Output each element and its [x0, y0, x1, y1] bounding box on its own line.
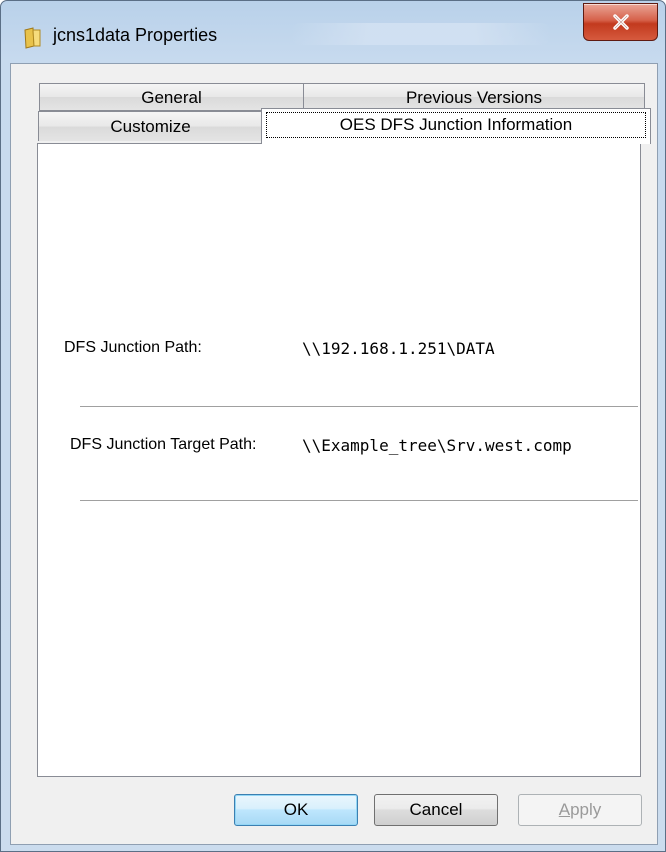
- tab-panel-oes-dfs: DFS Junction Path: \\192.168.1.251\DATA …: [37, 143, 641, 777]
- separator-2: [80, 500, 638, 502]
- close-button[interactable]: [583, 3, 658, 41]
- tab-general[interactable]: General: [39, 83, 304, 111]
- tab-previous-versions[interactable]: Previous Versions: [303, 83, 645, 111]
- title-bar-glass: [291, 23, 551, 45]
- properties-window: jcns1data Properties General Previous Ve…: [0, 0, 666, 852]
- close-icon: [612, 14, 630, 30]
- window-title: jcns1data Properties: [53, 25, 218, 45]
- target-path-value: \\Example_tree\Srv.west.comp: [302, 436, 572, 455]
- apply-mnemonic: A: [558, 800, 571, 819]
- tab-customize[interactable]: Customize: [38, 111, 263, 141]
- tab-oes-dfs-junction-information-label: OES DFS Junction Information: [266, 112, 646, 138]
- apply-button[interactable]: Apply: [518, 794, 642, 826]
- folder-icon: [23, 27, 43, 49]
- cancel-button[interactable]: Cancel: [374, 794, 498, 826]
- junction-path-label: DFS Junction Path:: [64, 339, 202, 356]
- junction-path-value: \\192.168.1.251\DATA: [302, 339, 495, 358]
- dialog-client-area: General Previous Versions Customize OES …: [10, 63, 658, 845]
- title-bar[interactable]: jcns1data Properties: [1, 1, 665, 61]
- apply-label-rest: pply: [570, 800, 602, 819]
- separator-1: [80, 406, 638, 408]
- target-path-label: DFS Junction Target Path:: [70, 436, 257, 453]
- ok-button[interactable]: OK: [234, 794, 358, 826]
- tab-oes-dfs-junction-information[interactable]: OES DFS Junction Information: [261, 108, 651, 144]
